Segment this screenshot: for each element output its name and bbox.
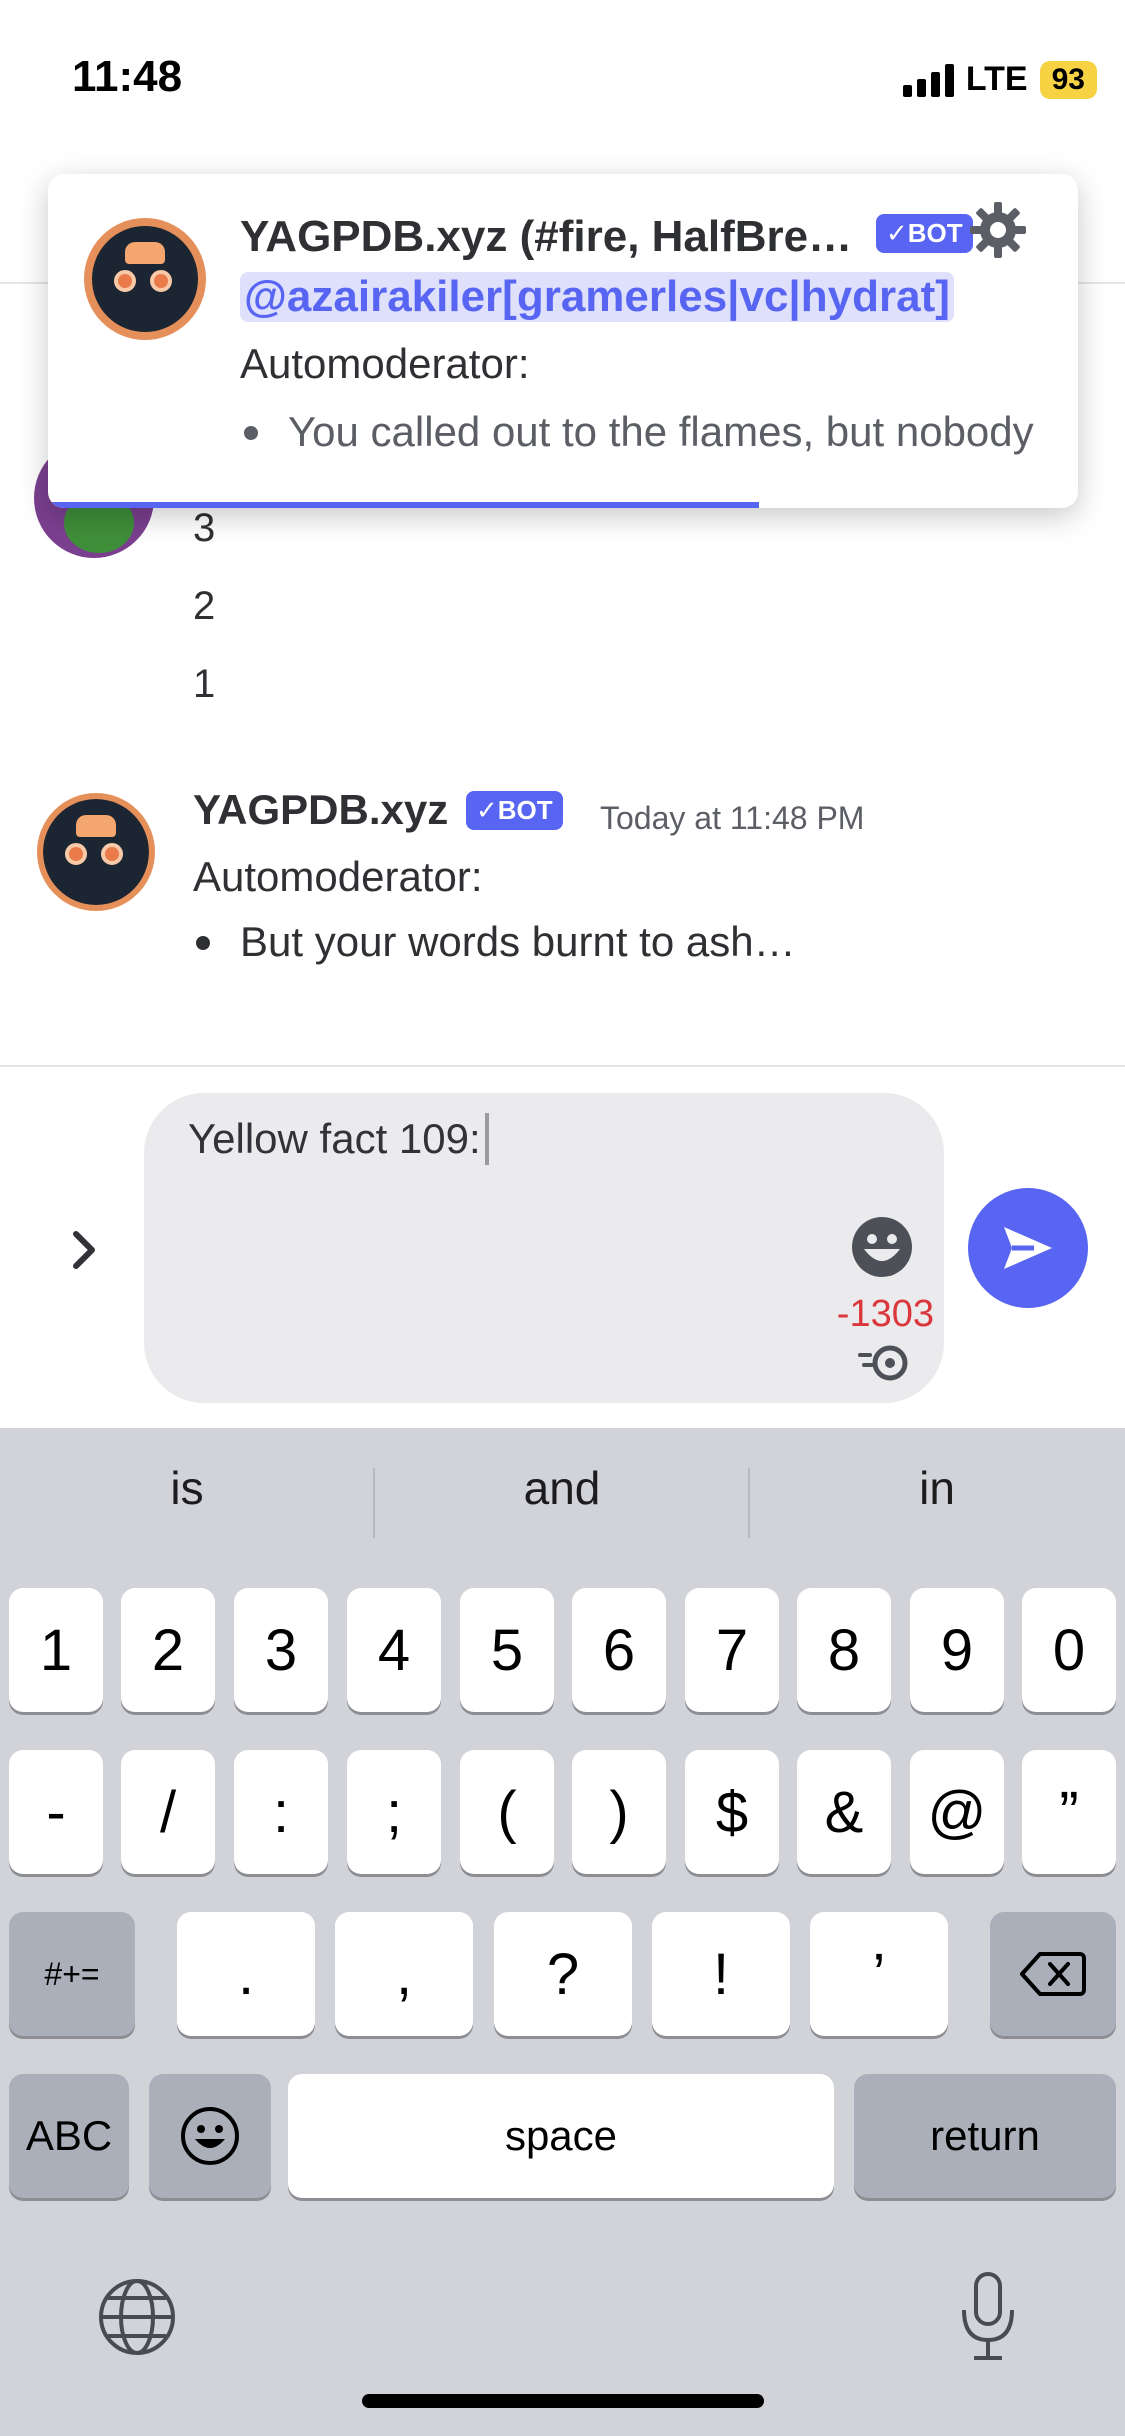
message-author[interactable]: YAGPDB.xyz [193,786,448,834]
key-period[interactable]: . [177,1912,315,2036]
key-open-paren[interactable]: ( [460,1750,554,1874]
key-dollar[interactable]: $ [685,1750,779,1874]
suggestion-2[interactable]: and [377,1448,747,1528]
key-at[interactable]: @ [910,1750,1004,1874]
abc-key[interactable]: ABC [9,2074,129,2198]
key-exclamation[interactable]: ! [652,1912,790,2036]
key-1[interactable]: 1 [9,1588,103,1712]
suggestion-3[interactable]: in [752,1448,1122,1528]
key-6[interactable]: 6 [572,1588,666,1712]
key-close-paren[interactable]: ) [572,1750,666,1874]
notification-progress-bar [48,502,759,508]
space-key[interactable]: space [288,2074,834,2198]
notification-line: Automoderator: [240,340,530,387]
return-key[interactable]: return [854,2074,1116,2198]
key-semicolon[interactable]: ; [347,1750,441,1874]
key-9[interactable]: 9 [910,1588,1004,1712]
battery-level: 93 [1039,60,1097,99]
message-text: Automoderator: [193,853,483,900]
message-line: 2 [193,584,216,628]
bot-badge: ✓BOT [876,214,973,253]
key-apostrophe[interactable]: ’ [810,1912,948,2036]
emoji-icon[interactable] [850,1215,914,1279]
key-0[interactable]: 0 [1022,1588,1116,1712]
emoji-icon [181,2107,239,2165]
key-8[interactable]: 8 [797,1588,891,1712]
key-slash[interactable]: / [121,1750,215,1874]
microphone-icon[interactable] [958,2270,1018,2362]
message-input-text[interactable]: Yellow fact 109: [188,1113,489,1165]
keyboard: is and in 1 2 3 4 5 6 7 8 9 0 - / : ; ( … [0,1428,1125,2436]
message-bullet: But your words burnt to ash… [196,918,796,966]
status-indicators: LTE 93 [902,60,1097,99]
signal-icon [902,63,954,97]
key-2[interactable]: 2 [121,1588,215,1712]
key-colon[interactable]: : [234,1750,328,1874]
key-quote[interactable]: ” [1022,1750,1116,1874]
key-3[interactable]: 3 [234,1588,328,1712]
emoji-keyboard-key[interactable] [149,2074,271,2198]
composer-divider [0,1065,1125,1067]
slowmode-icon [858,1345,908,1381]
suggestion-divider [373,1468,375,1538]
key-ampersand[interactable]: & [797,1750,891,1874]
text-caret [484,1113,489,1165]
home-indicator [362,2394,764,2408]
message-line: 1 [193,662,216,706]
key-4[interactable]: 4 [347,1588,441,1712]
key-5[interactable]: 5 [460,1588,554,1712]
key-hyphen[interactable]: - [9,1750,103,1874]
notification-avatar [84,218,206,340]
status-time: 11:48 [72,52,183,101]
notification-banner[interactable]: YAGPDB.xyz (#fire, HalfBre… ✓BOT @azaira… [48,174,1078,508]
suggestion-divider [748,1468,750,1538]
backspace-key[interactable] [990,1912,1116,2036]
key-question[interactable]: ? [494,1912,632,2036]
backspace-icon [1020,1952,1086,1996]
key-7[interactable]: 7 [685,1588,779,1712]
symbols-key[interactable]: #+= [9,1912,135,2036]
mention-text: @azairakiler[gramerles|vc|hydrat] [240,272,954,322]
send-icon [1004,1227,1052,1269]
bot-badge: ✓BOT [466,791,563,830]
gear-icon[interactable] [968,200,1028,260]
notification-bullet: You called out to the flames, but nobody… [244,400,1044,484]
network-type: LTE [965,60,1028,98]
notification-title: YAGPDB.xyz (#fire, HalfBre… [240,212,853,261]
character-count: -1303 [836,1293,934,1335]
globe-icon[interactable] [96,2276,178,2358]
message-line: 3 [193,506,216,550]
send-button[interactable] [968,1188,1088,1308]
message-timestamp: Today at 11:48 PM [600,800,865,836]
chevron-right-icon [73,1231,95,1269]
bot-avatar[interactable] [37,793,155,911]
expand-actions-button[interactable] [60,1225,110,1275]
key-comma[interactable]: , [335,1912,473,2036]
message-input[interactable]: Yellow fact 109: -1303 [144,1093,944,1403]
suggestion-1[interactable]: is [2,1448,372,1528]
